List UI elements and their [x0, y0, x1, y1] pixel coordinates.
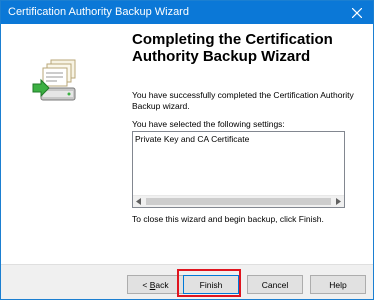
scroll-left-button[interactable]	[133, 196, 145, 207]
close-button[interactable]	[341, 1, 373, 24]
wizard-content: Completing the Certification Authority B…	[123, 24, 373, 264]
page-heading: Completing the Certification Authority B…	[132, 31, 333, 65]
horizontal-scrollbar[interactable]	[133, 195, 344, 207]
back-button[interactable]: < Back	[127, 275, 184, 294]
help-button[interactable]: Help	[310, 275, 366, 294]
certificate-backup-icon	[32, 59, 76, 101]
close-instruction: To close this wizard and begin backup, c…	[132, 214, 324, 224]
scroll-right-button[interactable]	[332, 196, 344, 207]
window-title: Certification Authority Backup Wizard	[8, 6, 189, 18]
back-button-prefix: <	[142, 279, 150, 290]
list-item: Private Key and CA Certificate	[135, 134, 250, 144]
scrollbar-thumb[interactable]	[146, 198, 331, 205]
success-text: You have successfully completed the Cert…	[132, 90, 354, 111]
settings-label: You have selected the following settings…	[132, 119, 285, 129]
back-button-rest: ack	[155, 279, 169, 290]
title-bar: Certification Authority Backup Wizard	[1, 1, 373, 24]
wizard-window: Certification Authority Backup Wizard Co…	[0, 0, 374, 300]
wizard-side-panel	[1, 24, 123, 264]
finish-button-highlight	[177, 269, 241, 297]
scroll-right-icon	[336, 198, 341, 205]
settings-listbox[interactable]: Private Key and CA Certificate	[132, 131, 345, 208]
scroll-left-icon	[136, 198, 141, 205]
cancel-button[interactable]: Cancel	[247, 275, 303, 294]
close-icon	[352, 7, 362, 18]
